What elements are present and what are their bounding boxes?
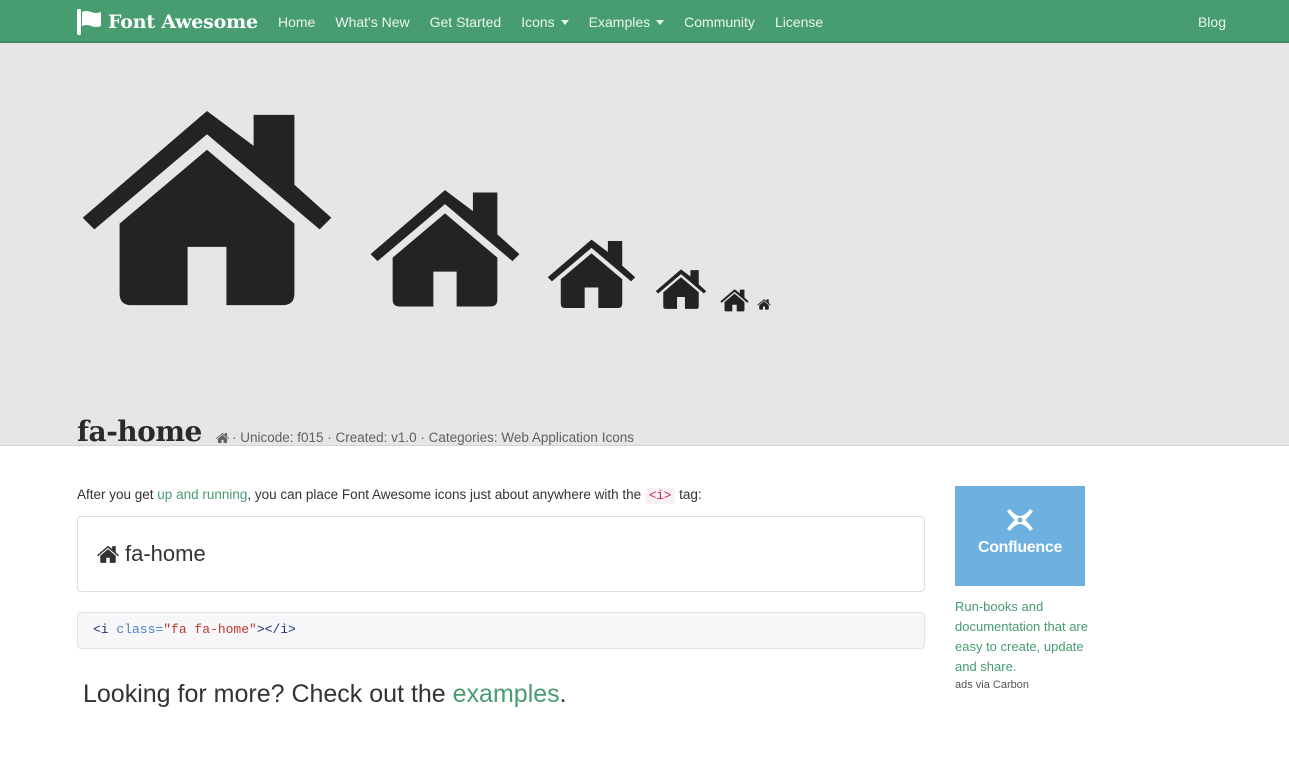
up-and-running-link[interactable]: up and running <box>157 487 247 502</box>
nav-whats-new[interactable]: What's New <box>325 0 419 43</box>
nav-home-label: Home <box>278 13 316 30</box>
icon-meta: · Unicode: f015 · Created: v1.0 · Catego… <box>216 430 634 445</box>
nav-get-started[interactable]: Get Started <box>420 0 512 43</box>
nav-blog[interactable]: Blog <box>1198 0 1226 43</box>
examples-link[interactable]: examples <box>453 680 560 708</box>
example-content: fa-home <box>97 541 206 567</box>
home-icon-5x <box>80 109 334 311</box>
home-icon-2x <box>655 269 707 310</box>
intro-middle: , you can place Font Awesome icons just … <box>247 487 645 502</box>
home-icon <box>216 432 229 444</box>
icon-hero: fa-home · Unicode: f015 · Created: v1.0 … <box>0 43 1289 448</box>
nav-examples-dropdown[interactable]: Examples <box>579 0 674 43</box>
ad-brand: Confluence <box>977 539 1063 556</box>
icon-title: fa-home <box>77 415 202 448</box>
ad-text-link[interactable]: Run-books and documentation that are eas… <box>955 597 1095 677</box>
i-tag-code: <i> <box>644 488 676 504</box>
code-open-tag: <i <box>93 622 117 637</box>
ads-via-carbon-link[interactable]: ads via Carbon <box>955 679 1029 691</box>
flag-icon <box>77 9 101 35</box>
code-close-tag: ></i> <box>256 622 296 637</box>
intro-text: After you get up and running, you can pl… <box>77 487 702 504</box>
nav-icons-dropdown[interactable]: Icons <box>511 0 578 43</box>
nav-icons-label: Icons <box>521 13 555 30</box>
home-icon-4x <box>369 189 521 310</box>
icon-meta-text: · Unicode: f015 · Created: v1.0 · Catego… <box>232 430 634 445</box>
nav-get-started-label: Get Started <box>429 13 502 30</box>
intro-after: tag: <box>675 487 702 502</box>
nav-home[interactable]: Home <box>268 0 325 43</box>
nav-examples-label: Examples <box>588 13 651 30</box>
more-after: . <box>559 680 567 708</box>
example-box: fa-home <box>77 516 925 592</box>
more-examples-text: Looking for more? Check out the examples… <box>83 680 567 709</box>
confluence-logo-icon <box>1007 509 1033 531</box>
brand-link[interactable]: Font Awesome <box>77 8 258 36</box>
top-navbar: Font Awesome Home What's New Get Started… <box>0 0 1289 43</box>
home-icon-lg <box>720 289 749 312</box>
caret-down-icon <box>560 20 569 25</box>
home-icon-3x <box>547 239 636 310</box>
nav-community-label: Community <box>684 13 755 30</box>
nav-community[interactable]: Community <box>674 0 765 43</box>
nav-license-label: License <box>774 13 824 30</box>
example-label: fa-home <box>125 541 206 566</box>
nav-blog-label: Blog <box>1197 13 1226 30</box>
caret-down-icon <box>656 20 665 25</box>
main-nav: Home What's New Get Started Icons Exampl… <box>268 0 833 43</box>
brand-name: Font Awesome <box>108 11 258 33</box>
intro-before: After you get <box>77 487 158 502</box>
nav-license[interactable]: License <box>765 0 833 43</box>
home-icon <box>97 545 119 564</box>
more-before: Looking for more? Check out the <box>83 680 453 708</box>
code-attr: class= <box>116 622 164 637</box>
code-snippet[interactable]: <i class="fa fa-home"></i> <box>77 612 925 649</box>
carbon-ad-image[interactable]: Confluence <box>955 486 1085 586</box>
home-icon-1x <box>757 299 771 310</box>
code-value: "fa fa-home" <box>163 622 257 637</box>
nav-whats-new-label: What's New <box>335 13 410 30</box>
